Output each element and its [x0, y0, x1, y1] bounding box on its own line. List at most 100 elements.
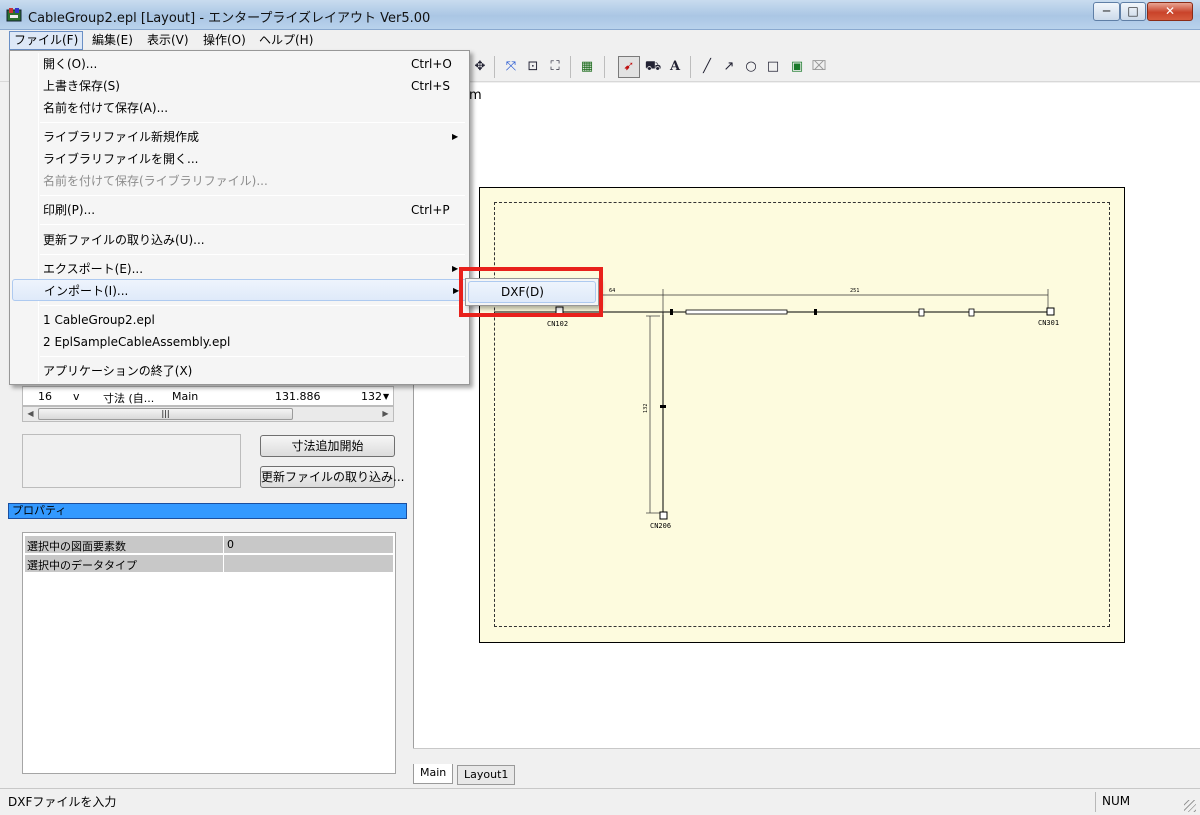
- connector-label: CN301: [1038, 319, 1059, 327]
- row-flag: v: [73, 390, 80, 403]
- property-key: 選択中のデータタイプ: [27, 559, 137, 572]
- menu-item-shortcut: Ctrl+O: [411, 57, 452, 71]
- menu-save-library-as: 名前を付けて保存(ライブラリファイル)...: [12, 170, 467, 192]
- cable-marker: [670, 309, 673, 315]
- cable-tube: [685, 309, 788, 315]
- title-bar: CableGroup2.epl [Layout] - エンタープライズレイアウト…: [0, 0, 1200, 30]
- menu-item-label: 更新ファイルの取り込み(U)...: [43, 233, 205, 247]
- menu-separator: [40, 254, 465, 255]
- close-button[interactable]: ✕: [1147, 2, 1193, 21]
- cable-clamp: [968, 308, 975, 317]
- zoom-fit-icon[interactable]: ⤧: [502, 58, 520, 76]
- cable-clamp: [918, 308, 925, 317]
- row-layer: Main: [172, 390, 199, 403]
- frame-icon[interactable]: ⌧: [810, 58, 828, 76]
- submenu-arrow-icon: ▶: [452, 132, 459, 141]
- property-row[interactable]: 選択中の図面要素数 0: [25, 536, 393, 554]
- zoom-select-icon[interactable]: ⛶: [546, 58, 564, 76]
- menu-import[interactable]: インポート(I)... ▶: [12, 279, 467, 301]
- connector-label: CN206: [650, 522, 671, 530]
- menu-separator: [40, 195, 465, 196]
- bed-icon[interactable]: ⛟: [644, 58, 662, 76]
- menu-file[interactable]: ファイル(F): [9, 31, 84, 50]
- minimize-button[interactable]: ─: [1093, 2, 1120, 21]
- toolbar-separator: [570, 56, 571, 78]
- property-key: 選択中の図面要素数: [27, 540, 126, 553]
- menu-print[interactable]: 印刷(P)... Ctrl+P: [12, 199, 467, 221]
- menu-open[interactable]: 開く(O)... Ctrl+O: [12, 53, 467, 75]
- menu-item-label: 開く(O)...: [43, 57, 98, 71]
- menu-save-as[interactable]: 名前を付けて保存(A)...: [12, 97, 467, 119]
- zoom-window-icon[interactable]: ⊡: [524, 58, 542, 76]
- properties-header: プロパティ: [8, 503, 407, 519]
- properties-panel: 選択中の図面要素数 0 選択中のデータタイプ: [22, 532, 396, 774]
- menu-save[interactable]: 上書き保存(S) Ctrl+S: [12, 75, 467, 97]
- scrollbar-thumb[interactable]: |||: [38, 408, 293, 420]
- arrow-icon[interactable]: ↗: [720, 58, 738, 76]
- menu-item-label: エクスポート(E)...: [43, 262, 144, 276]
- table-icon[interactable]: ▦: [578, 58, 596, 76]
- import-update-button[interactable]: 更新ファイルの取り込み...: [260, 466, 404, 488]
- row-name: 寸法 (自...: [103, 392, 155, 405]
- file-menu: 開く(O)... Ctrl+O 上書き保存(S) Ctrl+S 名前を付けて保存…: [9, 50, 470, 385]
- dimension-label: 132: [643, 403, 649, 413]
- window-title: CableGroup2.epl [Layout] - エンタープライズレイアウト…: [28, 11, 431, 26]
- drawing-canvas[interactable]: m CN102 CN301 CN206 64 251 132: [413, 83, 1200, 748]
- menu-item-label: 2 EplSampleCableAssembly.epl: [43, 335, 231, 349]
- row-value-2: 132: [361, 390, 382, 403]
- horizontal-scrollbar[interactable]: ◀ ||| ▶: [22, 406, 394, 422]
- image-icon[interactable]: ▣: [788, 58, 806, 76]
- menu-item-label: ライブラリファイルを開く...: [43, 152, 199, 166]
- menu-item-label: 名前を付けて保存(ライブラリファイル)...: [43, 174, 268, 188]
- dimension-label: 64: [609, 288, 615, 294]
- scroll-right-icon[interactable]: ▶: [378, 407, 393, 421]
- menu-item-label: ライブラリファイル新規作成: [43, 130, 200, 144]
- menu-import-update[interactable]: 更新ファイルの取り込み(U)...: [12, 229, 467, 251]
- rectangle-icon[interactable]: □: [764, 58, 782, 76]
- toolbar-separator: [604, 56, 605, 78]
- cable-drawing[interactable]: CN102 CN301 CN206 64 251 132: [414, 83, 1200, 748]
- row-value-1: 131.886: [275, 390, 321, 403]
- menu-item-label: 上書き保存(S): [43, 79, 120, 93]
- menu-item-label: インポート(I)...: [44, 284, 129, 298]
- dimension-label: 251: [850, 288, 860, 294]
- menu-open-library[interactable]: ライブラリファイルを開く...: [12, 148, 467, 170]
- connector-cn301: [1046, 307, 1055, 316]
- menu-item-label: 名前を付けて保存(A)...: [43, 101, 169, 115]
- annotation-highlight-box: [459, 267, 603, 317]
- property-value: [223, 555, 393, 572]
- table-row[interactable]: 16 v 寸法 (自... Main 131.886 132 ▼: [22, 386, 394, 406]
- connector-cn206: [659, 511, 668, 520]
- menu-recent-1[interactable]: 1 CableGroup2.epl: [12, 309, 467, 331]
- tab-main[interactable]: Main: [413, 764, 454, 784]
- select-pointer-icon[interactable]: ➹: [618, 56, 640, 78]
- menu-operation[interactable]: 操作(O): [199, 32, 250, 49]
- num-lock-indicator: NUM: [1095, 792, 1165, 812]
- row-number: 16: [38, 390, 52, 403]
- toolbar-separator: [494, 56, 495, 78]
- text-icon[interactable]: A: [666, 58, 684, 76]
- resize-grip-icon[interactable]: [1184, 800, 1196, 812]
- menu-item-label: アプリケーションの終了(X): [43, 364, 193, 378]
- menu-new-library[interactable]: ライブラリファイル新規作成 ▶: [12, 126, 467, 148]
- status-bar: DXFファイルを入力 NUM: [0, 788, 1200, 815]
- cable-marker: [814, 309, 817, 315]
- line-icon[interactable]: ╱: [698, 58, 716, 76]
- property-value: 0: [223, 536, 393, 553]
- menu-view[interactable]: 表示(V): [143, 32, 193, 49]
- tab-layout1[interactable]: Layout1: [457, 765, 516, 785]
- scroll-left-icon[interactable]: ◀: [23, 407, 38, 421]
- menu-edit[interactable]: 編集(E): [88, 32, 137, 49]
- circle-icon[interactable]: ○: [742, 58, 760, 76]
- scroll-down-icon[interactable]: ▼: [383, 392, 389, 401]
- menu-exit[interactable]: アプリケーションの終了(X): [12, 360, 467, 382]
- add-dimension-button[interactable]: 寸法追加開始: [260, 435, 395, 457]
- maximize-button[interactable]: □: [1120, 2, 1146, 21]
- menu-export[interactable]: エクスポート(E)... ▶: [12, 258, 467, 280]
- menu-help[interactable]: ヘルプ(H): [255, 32, 317, 49]
- property-row[interactable]: 選択中のデータタイプ: [25, 555, 393, 573]
- menu-recent-2[interactable]: 2 EplSampleCableAssembly.epl: [12, 331, 467, 353]
- menu-separator: [40, 305, 465, 306]
- move-icon[interactable]: ✥: [471, 58, 489, 76]
- menu-item-shortcut: Ctrl+P: [411, 203, 450, 217]
